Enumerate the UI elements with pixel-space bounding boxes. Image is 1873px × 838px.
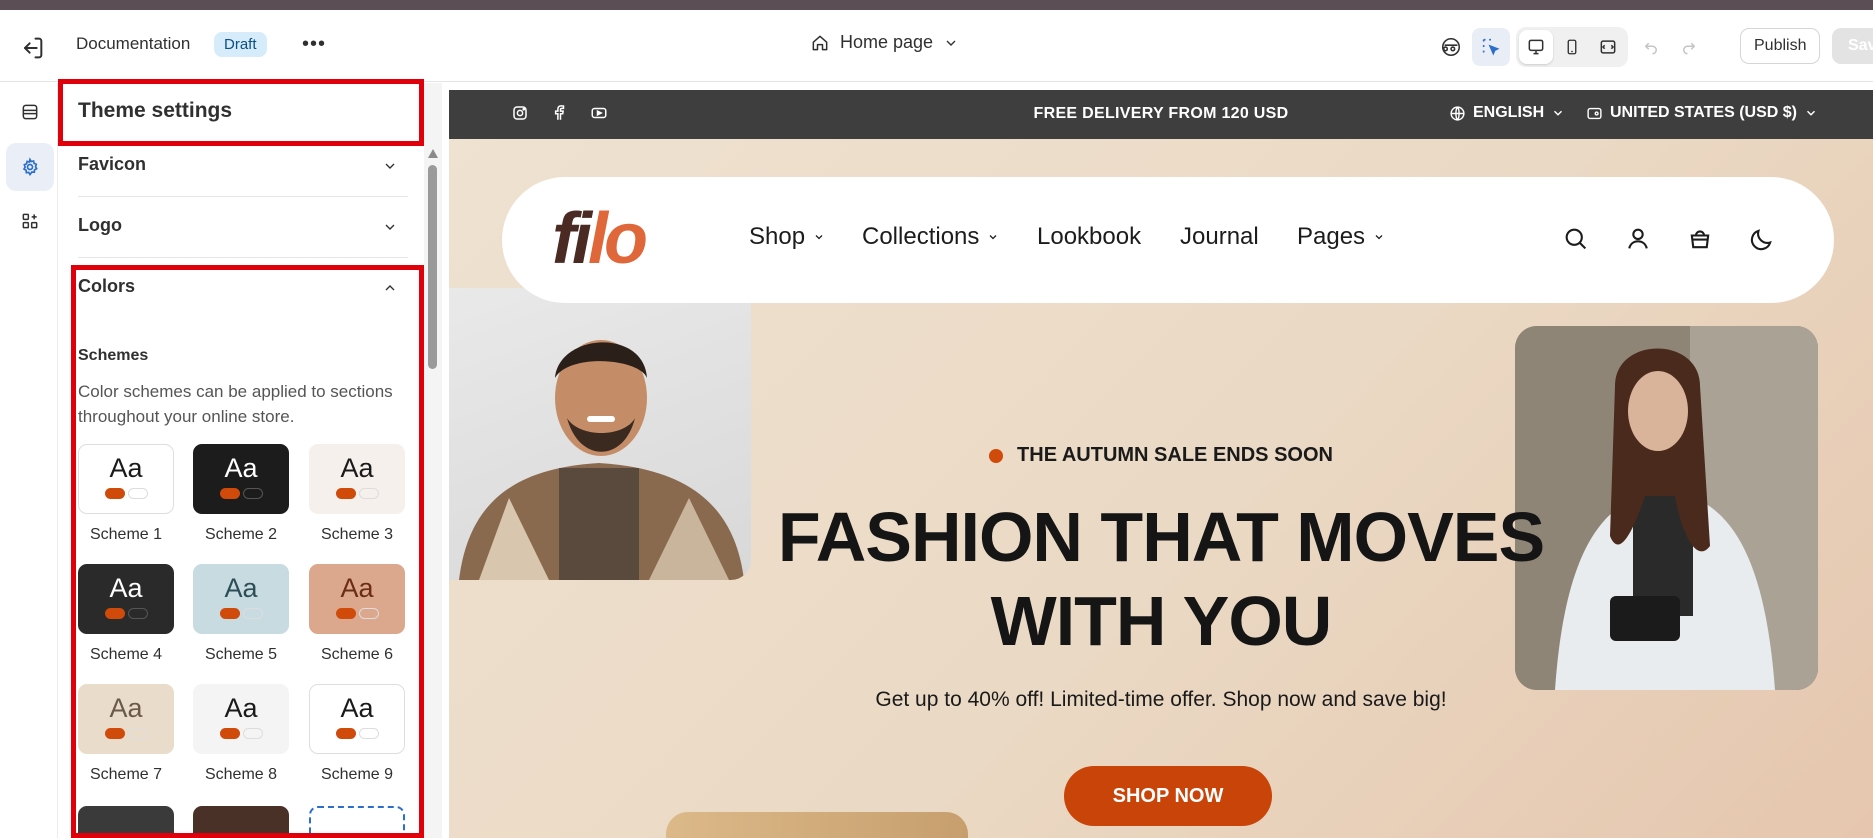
mobile-view-button[interactable] [1555,30,1589,64]
chevron-down-icon [815,235,823,240]
headline-line: WITH YOU [990,582,1333,660]
nav-item-collections[interactable]: Collections [862,223,999,251]
toolbar-right [1432,27,1708,67]
hero-headline: FASHION THAT MOVES WITH YOU [449,495,1873,663]
editor-topbar: Documentation Draft ••• Home page Publis… [0,10,1873,82]
apps-nav-button[interactable] [6,197,54,245]
globe-icon [1450,105,1465,121]
nav-item-journal[interactable]: Journal [1180,223,1259,251]
chevron-down-icon [382,219,398,240]
inspector-button[interactable] [1432,28,1470,66]
logo-part: fi [552,199,592,279]
mask-icon [1441,37,1461,57]
exit-icon[interactable] [18,34,46,62]
expand-icon [1600,40,1616,54]
undo-icon [1644,42,1657,55]
left-rail [0,83,58,838]
browser-top-strip [0,0,1873,10]
chevron-down-icon [1806,110,1815,116]
cart-icon[interactable] [1686,225,1714,258]
publish-button[interactable]: Publish [1740,28,1821,64]
redo-icon [1683,42,1696,55]
currency-label: UNITED STATES (USD $) [1610,104,1797,121]
eyebrow-text: THE AUTUMN SALE ENDS SOON [1017,444,1333,466]
highlight-box-colors [71,265,424,838]
nav-label: Lookbook [1037,223,1142,250]
nav-label: Pages [1297,223,1366,250]
nav-item-pages[interactable]: Pages [1297,223,1385,251]
nav-label: Journal [1180,223,1259,250]
promo-card [666,812,968,838]
accent-dot [989,448,1004,463]
currency-selector[interactable]: UNITED STATES (USD $) [1586,104,1818,122]
store-header: filo Shop Collections Lookbook Journal P… [502,177,1834,303]
logo-part: lo [587,199,648,279]
chevron-down-icon [1554,110,1563,116]
status-badge: Draft [214,32,267,57]
account-icon[interactable] [1624,225,1652,258]
gear-icon [22,157,38,176]
nav-item-lookbook[interactable]: Lookbook [1037,223,1141,251]
accordion-logo[interactable]: Logo [78,197,408,258]
accordion-label: Favicon [78,154,147,174]
redo-button[interactable] [1670,28,1708,66]
desktop-icon [1528,39,1544,55]
sections-icon [22,104,38,120]
currency-icon [1587,107,1602,119]
chevron-down-icon [1375,235,1383,240]
page-selector[interactable]: Home page [810,32,959,53]
language-selector[interactable]: ENGLISH [1449,104,1565,122]
chevron-down-icon [382,158,398,179]
nav-label: Collections [862,223,980,250]
dark-mode-icon[interactable] [1748,225,1776,258]
page-selector-label: Home page [840,32,934,52]
hero-eyebrow: THE AUTUMN SALE ENDS SOON [449,444,1873,467]
chevron-down-icon [989,235,997,240]
chevron-down-icon [946,40,956,46]
select-cursor-icon [1482,38,1500,56]
mobile-icon [1567,39,1577,55]
home-icon [812,35,828,50]
nav-item-shop[interactable]: Shop [749,223,825,251]
nav-label: Shop [749,223,806,250]
shop-now-button[interactable]: SHOP NOW [1064,766,1272,826]
storefront-preview: FREE DELIVERY FROM 120 USD ENGLISH UNITE… [449,90,1873,838]
viewport-toggle [1516,27,1628,67]
undo-button[interactable] [1632,28,1670,66]
scroll-up-arrow[interactable] [428,149,438,158]
select-tool-button[interactable] [1472,28,1510,66]
store-logo[interactable]: filo [552,199,648,279]
announcement-bar: FREE DELIVERY FROM 120 USD ENGLISH UNITE… [449,90,1873,139]
hero-subtext: Get up to 40% off! Limited-time offer. S… [875,688,1447,711]
language-label: ENGLISH [1473,104,1545,121]
highlight-box-title [58,79,424,146]
scrollbar-thumb[interactable] [428,165,437,369]
theme-name: Documentation [76,34,191,53]
more-actions-button[interactable]: ••• [302,34,326,54]
accordion-label: Logo [78,215,122,235]
save-button[interactable]: Save [1832,28,1873,64]
fullwidth-view-button[interactable] [1591,30,1625,64]
desktop-view-button[interactable] [1519,30,1553,64]
headline-line: FASHION THAT MOVES [777,498,1545,576]
sections-nav-button[interactable] [6,88,54,136]
apps-icon [22,213,38,229]
panel-scrollbar[interactable] [424,83,442,838]
search-icon[interactable] [1562,225,1590,258]
theme-settings-nav-button[interactable] [6,143,54,191]
